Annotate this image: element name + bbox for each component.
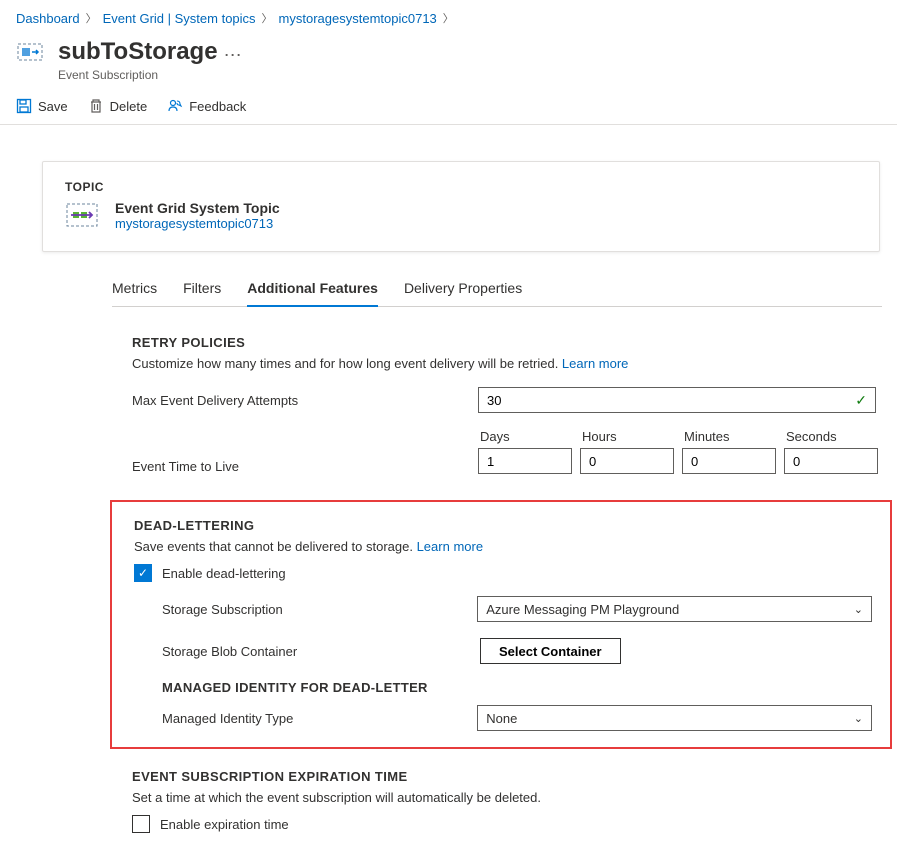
feedback-button[interactable]: Feedback xyxy=(167,98,246,114)
enable-expiration-label: Enable expiration time xyxy=(160,817,289,832)
save-icon xyxy=(16,98,32,114)
days-label: Days xyxy=(478,429,580,444)
storage-subscription-value: Azure Messaging PM Playground xyxy=(486,602,679,617)
retry-policies-title: RETRY POLICIES xyxy=(132,335,882,350)
select-container-button[interactable]: Select Container xyxy=(480,638,621,664)
max-attempts-input-wrapper: ✓ xyxy=(478,387,876,413)
days-input[interactable] xyxy=(478,448,572,474)
seconds-input[interactable] xyxy=(784,448,878,474)
ttl-label: Event Time to Live xyxy=(132,459,478,474)
chevron-right-icon: 〉 xyxy=(86,10,97,26)
max-attempts-input[interactable] xyxy=(479,391,855,410)
enable-dead-lettering-checkbox[interactable]: ✓ xyxy=(134,564,152,582)
breadcrumb-topic[interactable]: mystoragesystemtopic0713 xyxy=(279,11,437,26)
breadcrumb: Dashboard 〉 Event Grid | System topics 〉… xyxy=(0,0,897,30)
breadcrumb-dashboard[interactable]: Dashboard xyxy=(16,11,80,26)
expiration-desc: Set a time at which the event subscripti… xyxy=(132,790,882,805)
minutes-input[interactable] xyxy=(682,448,776,474)
save-label: Save xyxy=(38,99,68,114)
event-grid-topic-icon xyxy=(65,200,99,230)
delete-button[interactable]: Delete xyxy=(88,98,148,114)
minutes-label: Minutes xyxy=(682,429,784,444)
chevron-right-icon: 〉 xyxy=(262,10,273,26)
tab-metrics[interactable]: Metrics xyxy=(112,274,157,306)
managed-identity-type-value: None xyxy=(486,711,517,726)
managed-identity-type-select[interactable]: None ⌄ xyxy=(477,705,872,731)
feedback-icon xyxy=(167,98,183,114)
storage-blob-container-label: Storage Blob Container xyxy=(162,644,480,659)
hours-input[interactable] xyxy=(580,448,674,474)
tabs: Metrics Filters Additional Features Deli… xyxy=(112,274,882,307)
seconds-label: Seconds xyxy=(784,429,878,444)
dead-lettering-desc: Save events that cannot be delivered to … xyxy=(134,539,872,554)
topic-card-title: Event Grid System Topic xyxy=(115,200,280,216)
storage-subscription-select[interactable]: Azure Messaging PM Playground ⌄ xyxy=(477,596,872,622)
page-title: subToStorage xyxy=(58,38,218,66)
toolbar: Save Delete Feedback xyxy=(0,90,897,125)
chevron-down-icon: ⌄ xyxy=(854,603,863,616)
retry-policies-desc: Customize how many times and for how lon… xyxy=(132,356,882,371)
chevron-right-icon: 〉 xyxy=(443,10,454,26)
delete-label: Delete xyxy=(110,99,148,114)
max-attempts-label: Max Event Delivery Attempts xyxy=(132,393,478,408)
dead-lettering-section: DEAD-LETTERING Save events that cannot b… xyxy=(110,500,892,749)
subscription-icon xyxy=(16,38,44,66)
delete-icon xyxy=(88,98,104,114)
check-icon: ✓ xyxy=(855,392,875,409)
topic-card: TOPIC Event Grid System Topic mystorages… xyxy=(42,161,880,252)
more-menu-icon[interactable]: ⋯ xyxy=(224,39,242,66)
hours-label: Hours xyxy=(580,429,682,444)
save-button[interactable]: Save xyxy=(16,98,68,114)
storage-subscription-label: Storage Subscription xyxy=(162,602,477,617)
enable-dead-lettering-label: Enable dead-lettering xyxy=(162,566,286,581)
topic-card-label: TOPIC xyxy=(65,180,857,194)
tab-filters[interactable]: Filters xyxy=(183,274,221,306)
enable-expiration-checkbox[interactable] xyxy=(132,815,150,833)
managed-identity-title: MANAGED IDENTITY FOR DEAD-LETTER xyxy=(162,680,872,695)
retry-learn-more-link[interactable]: Learn more xyxy=(562,356,628,371)
managed-identity-type-label: Managed Identity Type xyxy=(162,711,477,726)
dead-lettering-title: DEAD-LETTERING xyxy=(134,518,872,533)
page-header: subToStorage ⋯ Event Subscription xyxy=(0,30,897,90)
breadcrumb-event-grid[interactable]: Event Grid | System topics xyxy=(103,11,256,26)
tab-additional-features[interactable]: Additional Features xyxy=(247,274,378,306)
topic-card-link[interactable]: mystoragesystemtopic0713 xyxy=(115,216,273,231)
chevron-down-icon: ⌄ xyxy=(854,712,863,725)
feedback-label: Feedback xyxy=(189,99,246,114)
expiration-title: EVENT SUBSCRIPTION EXPIRATION TIME xyxy=(132,769,882,784)
deadletter-learn-more-link[interactable]: Learn more xyxy=(417,539,483,554)
tab-delivery-properties[interactable]: Delivery Properties xyxy=(404,274,522,306)
page-subtitle: Event Subscription xyxy=(58,68,242,82)
